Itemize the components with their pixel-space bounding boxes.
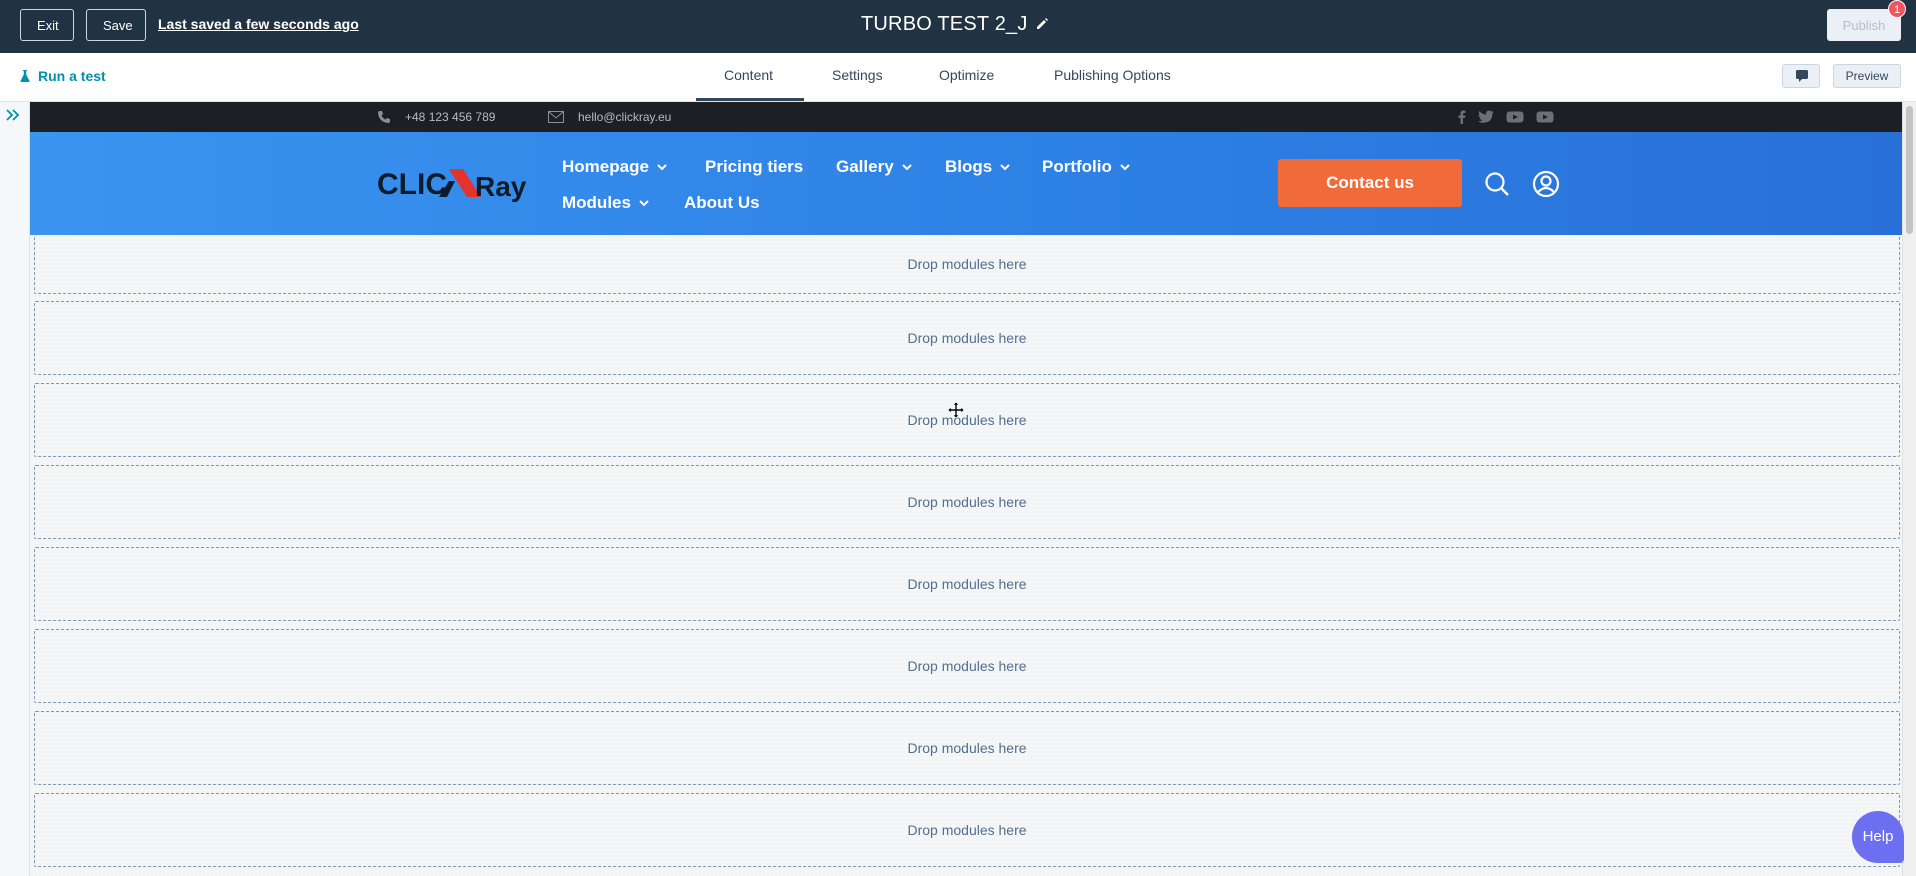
envelope-icon [548,111,564,123]
nav-item-pricing-tiers[interactable]: Pricing tiers [705,157,803,177]
tab-optimize[interactable]: Optimize [939,67,994,83]
chevron-down-icon [901,164,912,171]
email-address: hello@clickray.eu [578,110,672,124]
editor-topbar: Exit Save Last saved a few seconds ago T… [0,0,1916,53]
site-utility-bar: +48 123 456 789 hello@clickray.eu [30,102,1902,132]
module-dropzone[interactable]: Drop modules here [34,465,1900,539]
nav-item-blogs[interactable]: Blogs [945,157,1010,177]
nav-label: Gallery [836,157,894,176]
youtube-icon[interactable] [1506,110,1524,129]
twitter-icon[interactable] [1478,110,1494,129]
contact-us-button[interactable]: Contact us [1278,159,1462,207]
tab-content[interactable]: Content [724,67,773,83]
nav-item-about-us[interactable]: About Us [684,193,760,213]
svg-text:Ray: Ray [475,171,527,202]
exit-button[interactable]: Exit [20,9,74,41]
flask-icon [20,70,30,82]
notification-badge: 1 [1888,0,1906,18]
sidebar-rail [0,102,30,876]
phone-contact: +48 123 456 789 [377,110,495,124]
comments-button[interactable] [1782,64,1820,88]
youtube-icon[interactable] [1536,110,1554,129]
social-links [1458,110,1554,129]
chevron-down-icon [639,200,649,207]
nav-label: Portfolio [1042,157,1112,176]
nav-label: Blogs [945,157,993,176]
svg-text:CLIC: CLIC [377,168,447,201]
chevron-down-icon [657,164,667,171]
nav-item-gallery[interactable]: Gallery [836,157,912,177]
site-header: CLIC Ray Homepage Pricing tiers Gallery … [30,132,1902,235]
pencil-icon[interactable] [1035,17,1049,31]
comment-icon [1796,70,1808,82]
active-tab-indicator [696,98,804,101]
module-dropzone[interactable]: Drop modules here [34,629,1900,703]
save-button[interactable]: Save [86,9,146,41]
nav-item-portfolio[interactable]: Portfolio [1042,157,1130,177]
nav-label: About Us [684,193,760,212]
chevron-down-icon [1120,164,1130,171]
page-canvas: +48 123 456 789 hello@clickray.eu CLIC R… [30,102,1902,876]
nav-label: Modules [562,193,631,212]
nav-item-modules[interactable]: Modules [562,193,649,213]
search-icon[interactable] [1484,171,1510,197]
module-dropzone[interactable]: Drop modules here [34,235,1900,294]
module-dropzone[interactable]: Drop modules here [34,793,1900,867]
phone-number: +48 123 456 789 [405,110,496,124]
scrollbar-thumb[interactable] [1906,106,1913,234]
phone-icon [378,111,390,123]
run-test-button[interactable]: Run a test [20,68,106,84]
tab-publishing-options[interactable]: Publishing Options [1054,67,1171,83]
move-cursor-icon [948,402,964,418]
facebook-icon[interactable] [1458,110,1466,129]
nav-item-homepage[interactable]: Homepage [562,157,667,177]
module-dropzone[interactable]: Drop modules here [34,547,1900,621]
page-title: TURBO TEST 2_J [861,13,1028,35]
email-contact: hello@clickray.eu [548,110,671,124]
module-dropzone[interactable]: Drop modules here [34,301,1900,375]
run-test-label: Run a test [38,68,106,84]
user-icon[interactable] [1532,170,1560,198]
nav-label: Pricing tiers [705,157,804,176]
canvas-scrollbar[interactable] [1902,102,1916,876]
module-dropzone[interactable]: Drop modules here [34,711,1900,785]
module-dropzone[interactable]: Drop modules here [34,383,1900,457]
nav-label: Homepage [562,157,649,176]
chevron-down-icon [1000,164,1010,171]
clickray-logo[interactable]: CLIC Ray [377,161,533,205]
editor-subbar: Run a test Content Settings Optimize Pub… [0,53,1916,102]
double-chevron-right-icon[interactable] [5,107,21,123]
preview-button[interactable]: Preview [1833,64,1901,88]
last-saved-link[interactable]: Last saved a few seconds ago [158,16,359,32]
tab-settings[interactable]: Settings [832,67,883,83]
help-button[interactable]: Help [1852,811,1904,863]
